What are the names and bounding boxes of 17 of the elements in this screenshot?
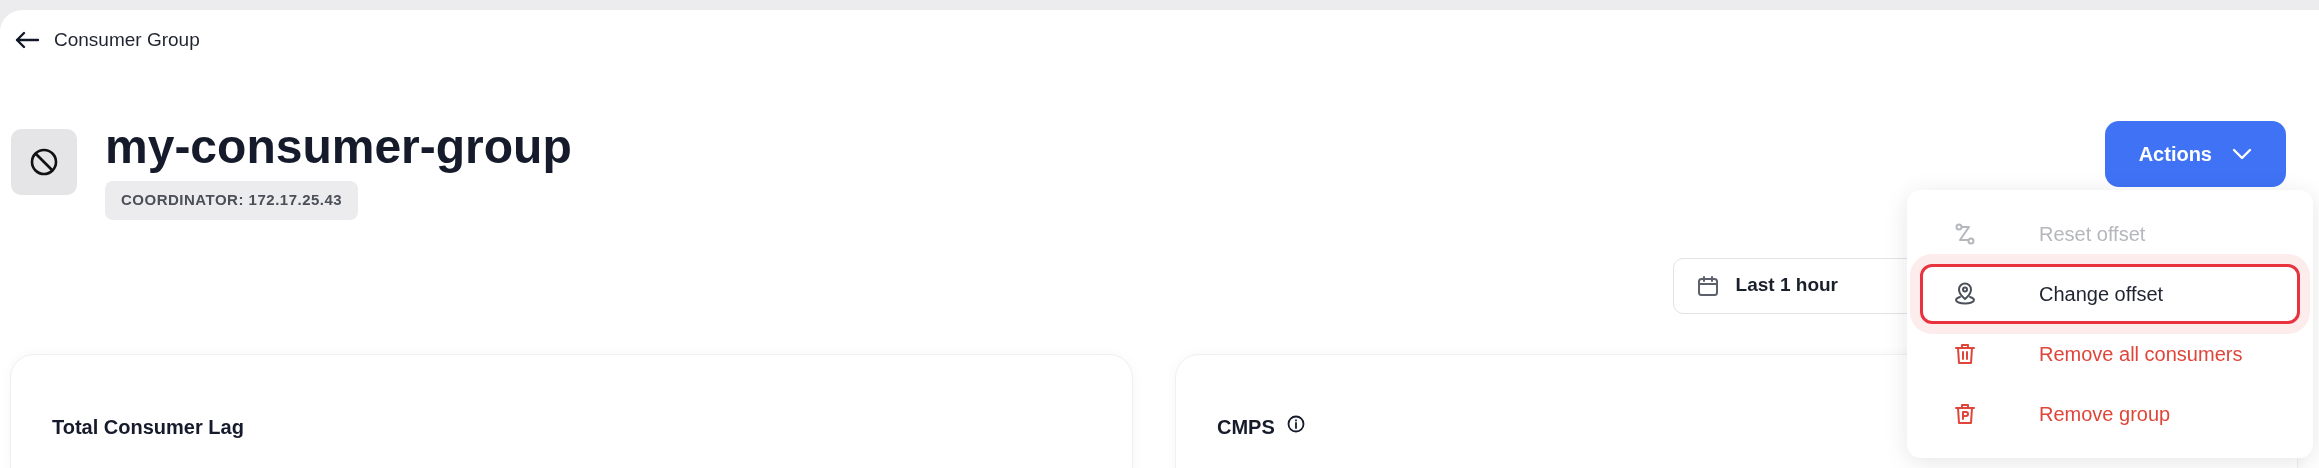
calendar-icon bbox=[1695, 273, 1720, 298]
card-title: Total Consumer Lag bbox=[52, 414, 244, 440]
menu-item[interactable]: Remove all consumers bbox=[1920, 324, 2300, 384]
menu-item[interactable]: Remove group bbox=[1920, 384, 2300, 444]
group-status-icon bbox=[11, 129, 77, 195]
location-pin-icon bbox=[1953, 282, 1977, 306]
trash-icon bbox=[1953, 402, 1977, 426]
trash-icon bbox=[1953, 342, 1977, 366]
page-title: Consumer Group bbox=[54, 27, 200, 52]
back-arrow-icon[interactable] bbox=[14, 30, 40, 50]
actions-button[interactable]: Actions bbox=[2104, 121, 2286, 187]
card-title: CMPS bbox=[1217, 414, 1275, 440]
coordinator-badge: COORDINATOR: 172.17.25.43 bbox=[105, 181, 359, 220]
info-icon[interactable] bbox=[1286, 414, 1305, 433]
chevron-down-icon bbox=[2232, 148, 2252, 160]
group-name: my-consumer-group bbox=[105, 119, 572, 175]
route-icon bbox=[1953, 222, 1977, 246]
